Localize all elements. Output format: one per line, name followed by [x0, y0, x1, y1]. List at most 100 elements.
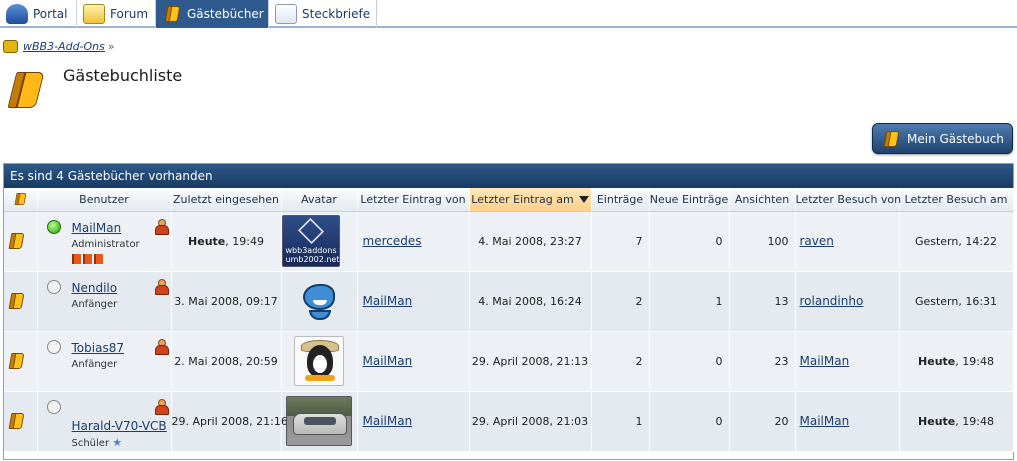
last-entry-by-link[interactable]: MailMan: [363, 354, 413, 368]
guestbook-list-panel: Es sind 4 Gästebücher vorhanden Benutzer…: [3, 163, 1014, 460]
new-entries-cell: 0: [649, 211, 730, 272]
guestbook-icon: [8, 233, 25, 249]
views-cell: 20: [729, 391, 796, 452]
avatar-cell: wbb3addons umb2002.net: [281, 211, 358, 272]
last-entry-at-cell: 29. April 2008, 21:03: [469, 391, 592, 452]
header-views[interactable]: Ansichten: [729, 188, 796, 212]
views-cell: 13: [729, 271, 796, 332]
entries-cell: 7: [591, 211, 650, 272]
last-entry-by-cell: MailMan: [357, 271, 470, 332]
last-viewed-cell: 2. Mai 2008, 20:59: [171, 331, 282, 392]
views-cell: 23: [729, 331, 796, 392]
tab-guestbooks[interactable]: Gästebücher: [156, 0, 269, 28]
header-user[interactable]: Benutzer: [37, 188, 172, 212]
new-entries-cell: 0: [649, 391, 730, 452]
online-status-icon: [46, 219, 61, 234]
offline-status-icon: [46, 279, 61, 294]
last-entry-at-cell: 4. Mai 2008, 16:24: [469, 271, 592, 332]
header-last-viewed[interactable]: Zuletzt eingesehen: [171, 188, 282, 212]
last-visit-by-link[interactable]: raven: [800, 234, 834, 248]
avatar[interactable]: wbb3addons umb2002.net: [281, 215, 340, 267]
user-rank: Schüler ★: [71, 435, 123, 449]
user-link[interactable]: Nendilo: [72, 281, 118, 295]
header-last-visit-at[interactable]: Letzter Besuch am: [899, 188, 1014, 212]
header-entries[interactable]: Einträge: [591, 188, 650, 212]
guestbook-icon: [8, 293, 25, 309]
row-icon-cell: [4, 391, 38, 452]
last-viewed-cell: 3. Mai 2008, 09:17: [171, 271, 282, 332]
user-link[interactable]: Harald-V70-VCB: [72, 419, 167, 433]
last-entry-by-cell: mercedes: [357, 211, 470, 272]
guestbook-large-icon: [7, 70, 46, 112]
user-cell: MailMan Administrator: [37, 211, 172, 272]
my-guestbook-button[interactable]: Mein Gästebuch: [872, 123, 1013, 154]
tab-label: Gästebücher: [187, 7, 264, 21]
guestbook-table: Benutzer Zuletzt eingesehen Avatar Letzt…: [4, 188, 1014, 452]
tab-portal[interactable]: Portal: [0, 0, 77, 28]
guestbook-icon: [8, 413, 25, 429]
guestbook-icon: [162, 4, 182, 24]
user-profile-icon[interactable]: [154, 338, 169, 355]
guestbook-icon: [8, 353, 25, 369]
views-cell: 100: [729, 211, 796, 272]
addons-icon: [3, 40, 18, 53]
avatar[interactable]: [299, 280, 339, 322]
guestbook-icon: [14, 193, 27, 206]
user-cell: Harald-V70-VCB Schüler ★: [37, 391, 172, 452]
header-last-visit-by[interactable]: Letzter Besuch von: [795, 188, 901, 212]
tab-label: Forum: [110, 7, 149, 21]
user-profile-icon[interactable]: [154, 278, 169, 295]
header-last-entry-by[interactable]: Letzter Eintrag von: [357, 188, 470, 212]
last-visit-at-cell: Gestern, 16:31: [899, 271, 1014, 332]
last-entry-by-cell: MailMan: [357, 391, 470, 452]
user-cell: Tobias87 Anfänger: [37, 331, 172, 392]
avatar-cell: [281, 331, 358, 392]
new-entries-cell: 1: [649, 271, 730, 332]
user-link[interactable]: Tobias87: [72, 341, 124, 355]
breadcrumb-separator: »: [107, 40, 115, 53]
user-cell: Nendilo Anfänger: [37, 271, 172, 332]
header-label: Letzter Eintrag am: [471, 192, 574, 206]
last-viewed-cell: 29. April 2008, 21:16: [171, 391, 288, 452]
last-visit-by-link[interactable]: rolandinho: [800, 294, 864, 308]
avatar[interactable]: [294, 336, 344, 386]
last-visit-by-link[interactable]: MailMan: [800, 354, 850, 368]
my-guestbook-label: Mein Gästebuch: [907, 131, 1004, 146]
rank-flags-icon: [71, 253, 103, 264]
breadcrumb-link[interactable]: wBB3-Add-Ons: [23, 40, 105, 53]
tab-forum[interactable]: Forum: [77, 0, 156, 28]
offline-status-icon: [46, 339, 61, 354]
user-profile-icon[interactable]: [154, 398, 169, 415]
last-visit-by-cell: MailMan: [795, 391, 900, 452]
user-link[interactable]: MailMan: [72, 221, 122, 235]
entries-cell: 2: [591, 271, 650, 332]
last-entry-by-link[interactable]: mercedes: [363, 234, 422, 248]
avatar-text: wbb3addons umb2002.net: [285, 246, 340, 264]
header-last-entry-at[interactable]: Letzter Eintrag am: [469, 188, 592, 212]
last-visit-at-cell: Gestern, 14:22: [899, 211, 1014, 272]
last-viewed-cell: Heute, 19:49: [171, 211, 282, 272]
profile-card-icon: [275, 4, 297, 24]
list-caption: Es sind 4 Gästebücher vorhanden: [4, 164, 1013, 188]
avatar[interactable]: [286, 396, 352, 446]
avatar-cell: [281, 271, 358, 332]
offline-status-icon: [46, 399, 61, 414]
sort-descending-icon: [578, 196, 589, 204]
user-rank: Anfänger: [71, 298, 118, 310]
last-entry-by-link[interactable]: MailMan: [363, 414, 413, 428]
user-rank: Administrator: [71, 238, 140, 250]
row-icon-cell: [4, 271, 38, 332]
last-visit-at-cell: Heute, 19:48: [899, 331, 1014, 392]
last-visit-at-cell: Heute, 19:48: [899, 391, 1014, 452]
main-navigation: Portal Forum Gästebücher Steckbriefe: [0, 0, 1017, 28]
last-entry-by-link[interactable]: MailMan: [363, 294, 413, 308]
last-visit-by-cell: rolandinho: [795, 271, 900, 332]
header-icon: [4, 188, 38, 212]
table-row: MailMan Administrator Heute, 19:49 wbb3a…: [4, 211, 1014, 272]
tab-profiles[interactable]: Steckbriefe: [269, 0, 377, 28]
page-title: Gästebuchliste: [63, 66, 183, 85]
last-visit-by-cell: raven: [795, 211, 900, 272]
header-new-entries[interactable]: Neue Einträge: [649, 188, 730, 212]
user-profile-icon[interactable]: [154, 218, 169, 235]
last-visit-by-link[interactable]: MailMan: [800, 414, 850, 428]
